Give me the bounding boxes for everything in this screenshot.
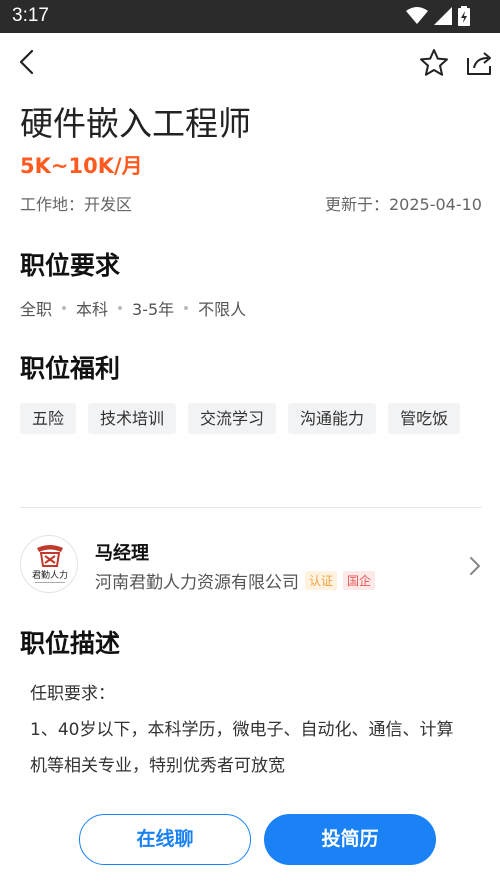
separator-dot — [184, 306, 189, 310]
online-chat-button[interactable]: 在线聊 — [79, 814, 251, 865]
description-line: 任职要求： — [30, 684, 115, 704]
signal-icon — [434, 7, 452, 25]
company-logo: 君勤人力 — [20, 535, 78, 593]
divider — [20, 507, 482, 508]
benefit-tag: 技术培训 — [88, 403, 177, 434]
company-row: 河南君勤人力资源有限公司 认证 国企 — [95, 568, 376, 593]
job-title: 硬件嵌入工程师 — [20, 104, 251, 143]
requirements-row: 全职 本科 3-5年 不限人 — [20, 296, 246, 320]
back-button[interactable] — [14, 47, 42, 77]
recruiter-card[interactable]: 君勤人力 马经理 河南君勤人力资源有限公司 认证 国企 — [20, 535, 482, 595]
work-location: 工作地：开发区 — [20, 195, 133, 214]
wifi-icon — [406, 7, 428, 24]
update-date: 更新于：2025-04-10 — [325, 195, 482, 214]
battery-icon — [458, 6, 470, 26]
submit-resume-button[interactable]: 投简历 — [264, 814, 436, 865]
description-line: 1、40岁以下，本科学历，微电子、自动化、通信、计算机等相关专业，特别优秀者可放… — [30, 720, 454, 776]
star-icon — [420, 49, 448, 76]
description-body: 任职要求： 1、40岁以下，本科学历，微电子、自动化、通信、计算机等相关专业，特… — [30, 676, 470, 784]
recruiter-name: 马经理 — [95, 543, 149, 564]
salary: 5K~10K/月 — [20, 154, 143, 178]
benefit-tag: 交流学习 — [188, 403, 277, 434]
separator-dot — [62, 306, 67, 310]
svg-text:君勤人力: 君勤人力 — [32, 569, 68, 581]
status-bar: 3:17 — [0, 0, 500, 33]
benefit-tag: 沟通能力 — [288, 403, 377, 434]
job-meta-row: 工作地：开发区 更新于：2025-04-10 — [20, 191, 482, 215]
company-name: 河南君勤人力资源有限公司 — [95, 573, 299, 593]
share-icon — [467, 52, 491, 75]
status-icons — [406, 6, 470, 26]
requirements-heading: 职位要求 — [20, 251, 121, 280]
requirement-item: 3-5年 — [132, 300, 175, 319]
back-arrow-icon — [19, 49, 34, 75]
requirement-item: 本科 — [76, 300, 109, 319]
benefit-tag: 五险 — [20, 403, 77, 434]
soe-badge: 国企 — [343, 571, 376, 590]
description-heading: 职位描述 — [20, 629, 121, 658]
bottom-action-bar: 在线聊 投简历 — [0, 790, 500, 889]
separator-dot — [118, 306, 123, 310]
benefit-tag: 管吃饭 — [388, 403, 461, 434]
favorite-button[interactable] — [418, 47, 450, 79]
benefits-heading: 职位福利 — [20, 354, 121, 383]
chevron-right-icon — [470, 557, 480, 575]
status-time: 3:17 — [12, 5, 49, 26]
requirement-item: 不限人 — [198, 300, 247, 319]
share-button[interactable] — [464, 48, 494, 78]
verified-badge: 认证 — [305, 571, 338, 590]
benefit-tags: 五险 技术培训 交流学习 沟通能力 管吃饭 — [20, 403, 480, 434]
top-nav-bar — [0, 33, 500, 91]
requirement-item: 全职 — [20, 300, 53, 319]
company-logo-image: 君勤人力 — [32, 545, 68, 583]
